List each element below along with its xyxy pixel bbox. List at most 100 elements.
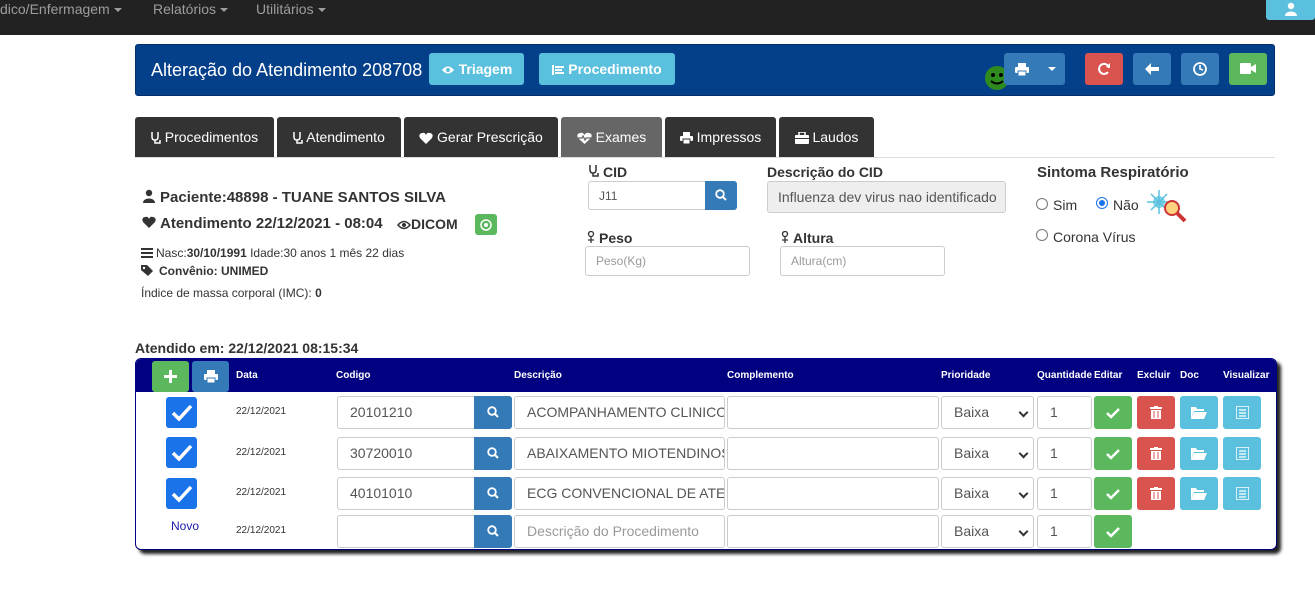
quantidade-input[interactable]: 1 <box>1037 396 1092 429</box>
procedimento-button[interactable]: Procedimento <box>539 53 675 85</box>
doc-button[interactable] <box>1180 477 1218 510</box>
view-button[interactable] <box>1223 437 1261 470</box>
list-alt-icon <box>1236 406 1249 419</box>
user-menu-button[interactable] <box>1266 0 1315 20</box>
prioridade-select[interactable]: Baixa <box>941 515 1034 548</box>
search-icon <box>487 406 499 418</box>
descricao-input[interactable]: ACOMPANHAMENTO CLINICO <box>514 396 725 429</box>
tab-gerar-prescricao[interactable]: Gerar Prescrição <box>404 117 558 157</box>
add-procedure-button[interactable] <box>152 361 189 392</box>
doc-button[interactable] <box>1180 437 1218 470</box>
nav-menu-relatorios[interactable]: Relatórios <box>153 0 229 20</box>
eye-icon <box>441 66 454 74</box>
codigo-input[interactable]: 20101210 <box>337 396 475 429</box>
edit-button[interactable] <box>1094 437 1132 470</box>
refresh-button[interactable] <box>1085 53 1123 85</box>
bmi-value: 0 <box>315 286 322 300</box>
complemento-input[interactable] <box>727 515 939 548</box>
caret-down-icon <box>317 8 326 13</box>
edit-button[interactable] <box>1094 477 1132 510</box>
check-icon <box>1106 449 1120 460</box>
cid-description-field: Influenza dev virus nao identificado <box>767 181 1006 213</box>
tab-exames-label: Exames <box>595 129 647 145</box>
dicom-status-button[interactable] <box>475 214 497 235</box>
radio-nao-label: Não <box>1113 197 1139 213</box>
check-icon <box>1106 489 1120 500</box>
codigo-search-button[interactable] <box>474 477 512 510</box>
prioridade-select[interactable]: Baixa <box>941 477 1034 510</box>
quantidade-input[interactable]: 1 <box>1037 515 1092 548</box>
complemento-input[interactable] <box>727 396 939 429</box>
codigo-search-button[interactable] <box>474 437 512 470</box>
codigo-input[interactable]: 30720010 <box>337 437 475 470</box>
row-checkbox[interactable] <box>166 397 197 428</box>
tab-impressos[interactable]: Impressos <box>665 117 776 157</box>
radio-corona[interactable] <box>1036 229 1048 241</box>
view-button[interactable] <box>1223 477 1261 510</box>
weight-input[interactable]: Peso(Kg) <box>585 246 750 276</box>
tab-procedimentos[interactable]: Procedimentos <box>135 117 274 157</box>
height-input[interactable]: Altura(cm) <box>780 246 945 276</box>
person-icon <box>587 231 595 243</box>
tags-icon <box>141 265 153 276</box>
prioridade-select[interactable]: Baixa <box>941 437 1034 470</box>
procedures-table: Data Codigo Descrição Complemento Priori… <box>135 358 1277 550</box>
complemento-input[interactable] <box>727 477 939 510</box>
delete-button[interactable] <box>1137 437 1175 470</box>
tab-laudos[interactable]: Laudos <box>779 117 874 157</box>
tab-atendimento[interactable]: Atendimento <box>277 117 401 157</box>
quantidade-input[interactable]: 1 <box>1037 477 1092 510</box>
col-doc: Doc <box>1180 370 1199 381</box>
tab-atendimento-label: Atendimento <box>306 129 385 145</box>
codigo-input[interactable]: 40101010 <box>337 477 475 510</box>
col-complemento: Complemento <box>727 370 794 381</box>
view-button[interactable] <box>1223 396 1261 429</box>
check-icon <box>171 404 193 422</box>
codigo-input[interactable] <box>337 515 475 548</box>
descricao-input[interactable]: ABAIXAMENTO MIOTENDINOSO <box>514 437 725 470</box>
new-row-label: Novo <box>171 519 200 533</box>
delete-button[interactable] <box>1137 477 1175 510</box>
back-button[interactable] <box>1133 53 1171 85</box>
list-alt-icon <box>1236 447 1249 460</box>
list-alt-icon <box>1236 487 1249 500</box>
radio-sim[interactable] <box>1036 198 1048 210</box>
descricao-input[interactable]: Descrição do Procedimento <box>514 515 725 548</box>
print-table-button[interactable] <box>192 361 229 392</box>
radio-corona-label: Corona Vírus <box>1053 229 1136 245</box>
codigo-search-button[interactable] <box>474 396 512 429</box>
radio-nao[interactable] <box>1096 197 1108 209</box>
triagem-button[interactable]: Triagem <box>429 53 524 85</box>
save-new-button[interactable] <box>1094 515 1132 548</box>
nav-menu-medico[interactable]: dico/Enfermagem <box>0 0 122 20</box>
cid-description-label: Descrição do CID <box>767 164 883 180</box>
cid-input[interactable]: J11 <box>588 181 706 210</box>
complemento-input[interactable] <box>727 437 939 470</box>
row-date: 22/12/2021 <box>236 447 287 458</box>
prioridade-select[interactable]: Baixa <box>941 396 1034 429</box>
row-checkbox[interactable] <box>166 478 197 509</box>
col-visualizar: Visualizar <box>1223 370 1270 381</box>
nav-menu-utilitarios[interactable]: Utilitários <box>256 0 326 20</box>
trash-icon <box>1150 447 1162 460</box>
age: Idade:30 anos 1 mês 22 dias <box>250 246 405 260</box>
video-button[interactable] <box>1229 53 1267 85</box>
history-button[interactable] <box>1181 53 1219 85</box>
nav-menu-relatorios-label: Relatórios <box>153 1 217 17</box>
edit-button[interactable] <box>1094 396 1132 429</box>
radio-sim-label: Sim <box>1053 197 1078 213</box>
print-dropdown-button[interactable] <box>1004 53 1065 85</box>
dicom-link[interactable]: DICOM <box>397 216 458 234</box>
delete-button[interactable] <box>1137 396 1175 429</box>
quantidade-input[interactable]: 1 <box>1037 437 1092 470</box>
cid-search-button[interactable] <box>705 181 737 210</box>
tab-exames[interactable]: Exames <box>561 117 662 157</box>
bmi-info: Índice de massa corporal (IMC): 0 <box>141 286 322 300</box>
col-codigo: Codigo <box>336 370 371 381</box>
video-camera-icon <box>1240 63 1256 74</box>
codigo-search-button[interactable] <box>474 515 512 548</box>
row-checkbox[interactable] <box>166 437 197 468</box>
descricao-input[interactable]: ECG CONVENCIONAL DE ATE <box>514 477 725 510</box>
col-data: Data <box>236 370 258 381</box>
doc-button[interactable] <box>1180 396 1218 429</box>
